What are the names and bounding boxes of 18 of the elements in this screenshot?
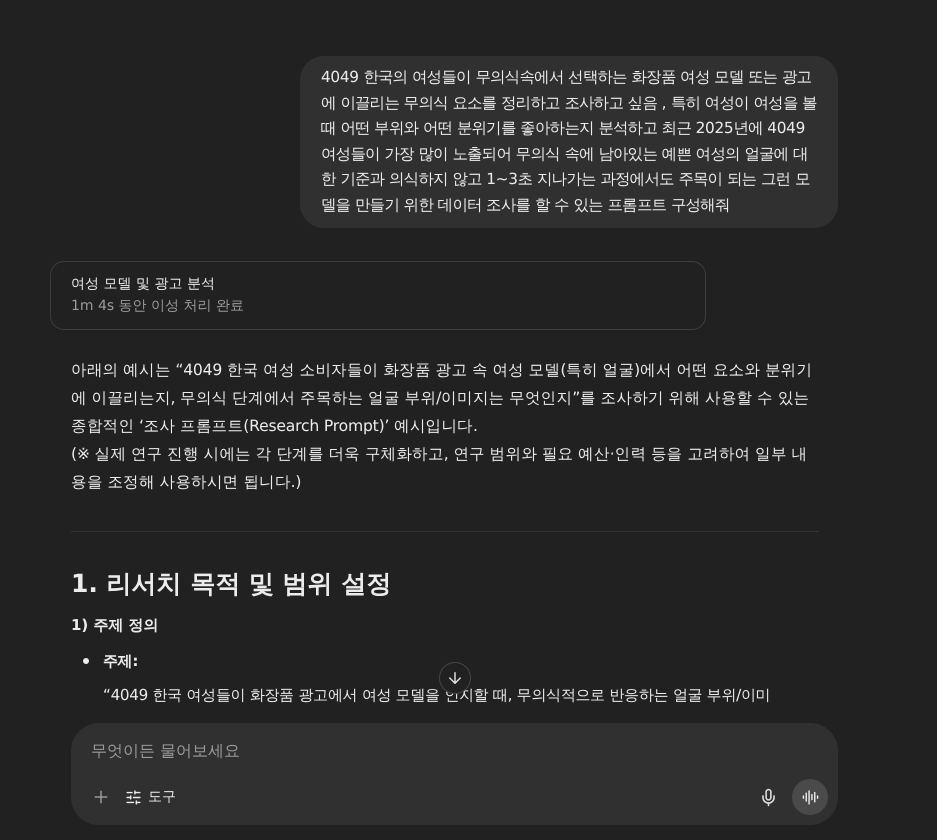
- microphone-icon: [759, 788, 778, 806]
- audio-lines-icon: [802, 788, 818, 806]
- answer-paragraph: 아래의 예시는 “4049 한국 여성 소비자들이 화장품 광고 속 여성 모델(특히 얼굴)에서 어떤 요소와 분위기에 이끌리는지, 무의식 단계에서 주목하는 얼굴 부위/이미지는 무엇인지”를 조사하기 위해 사용할 수 있는 종합적인 ‘조사 프롬프트(Research Prompt)’ 예시입니다.: [70, 360, 814, 437]
- message-input[interactable]: 무엇이든 물어보세요: [91, 737, 691, 764]
- arrow-down-icon: [446, 669, 464, 687]
- reasoning-title: 여성 모델 및 광고 분석: [71, 275, 216, 294]
- bullet-dot: [83, 658, 89, 664]
- answer-paragraph: (※ 실제 연구 진행 시에는 각 단계를 더욱 구체화하고, 연구 범위와 필요 예산·인력 등을 고려하여 일부 내용을 조정해 사용하시면 됩니다.): [70, 444, 808, 493]
- reasoning-card[interactable]: 여성 모델 및 광고 분석 1m 4s 동안 이성 처리 완료: [50, 261, 706, 330]
- microphone-button[interactable]: [759, 788, 778, 806]
- subsection-heading: 1) 주제 정의: [71, 615, 160, 636]
- user-message: 4049 한국의 여성들이 무의식속에서 선택하는 화장품 여성 모델 또는 광고에 이끌리는 무의식 요소를 정리하고 조사하고 싶음 , 특히 여성이 여성을 볼 때 어떤 부위와 어떤 분위기를 좋아하는지 분석하고 최근 2025년에 4049 여성들이 가장 많이 노출되어 무의식 속에 남아있는 예쁜 여성의 얼굴에 대한 기준과 의식하지 않고 1~3초 지나가는 과정에서도 주목이 되는 그런 모델을 만들기 위한 데이터 조사를 할 수 있는 프롬프트 구성해줘: [300, 56, 838, 228]
- tools-button[interactable]: 도구: [125, 788, 176, 806]
- bullet-label: 주제:: [103, 651, 138, 672]
- section-heading: 1. 리서치 목적 및 범위 설정: [71, 568, 392, 600]
- sliders-icon: [125, 788, 142, 806]
- voice-mode-button[interactable]: [792, 779, 828, 815]
- reasoning-status: 1m 4s 동안 이성 처리 완료: [71, 297, 245, 316]
